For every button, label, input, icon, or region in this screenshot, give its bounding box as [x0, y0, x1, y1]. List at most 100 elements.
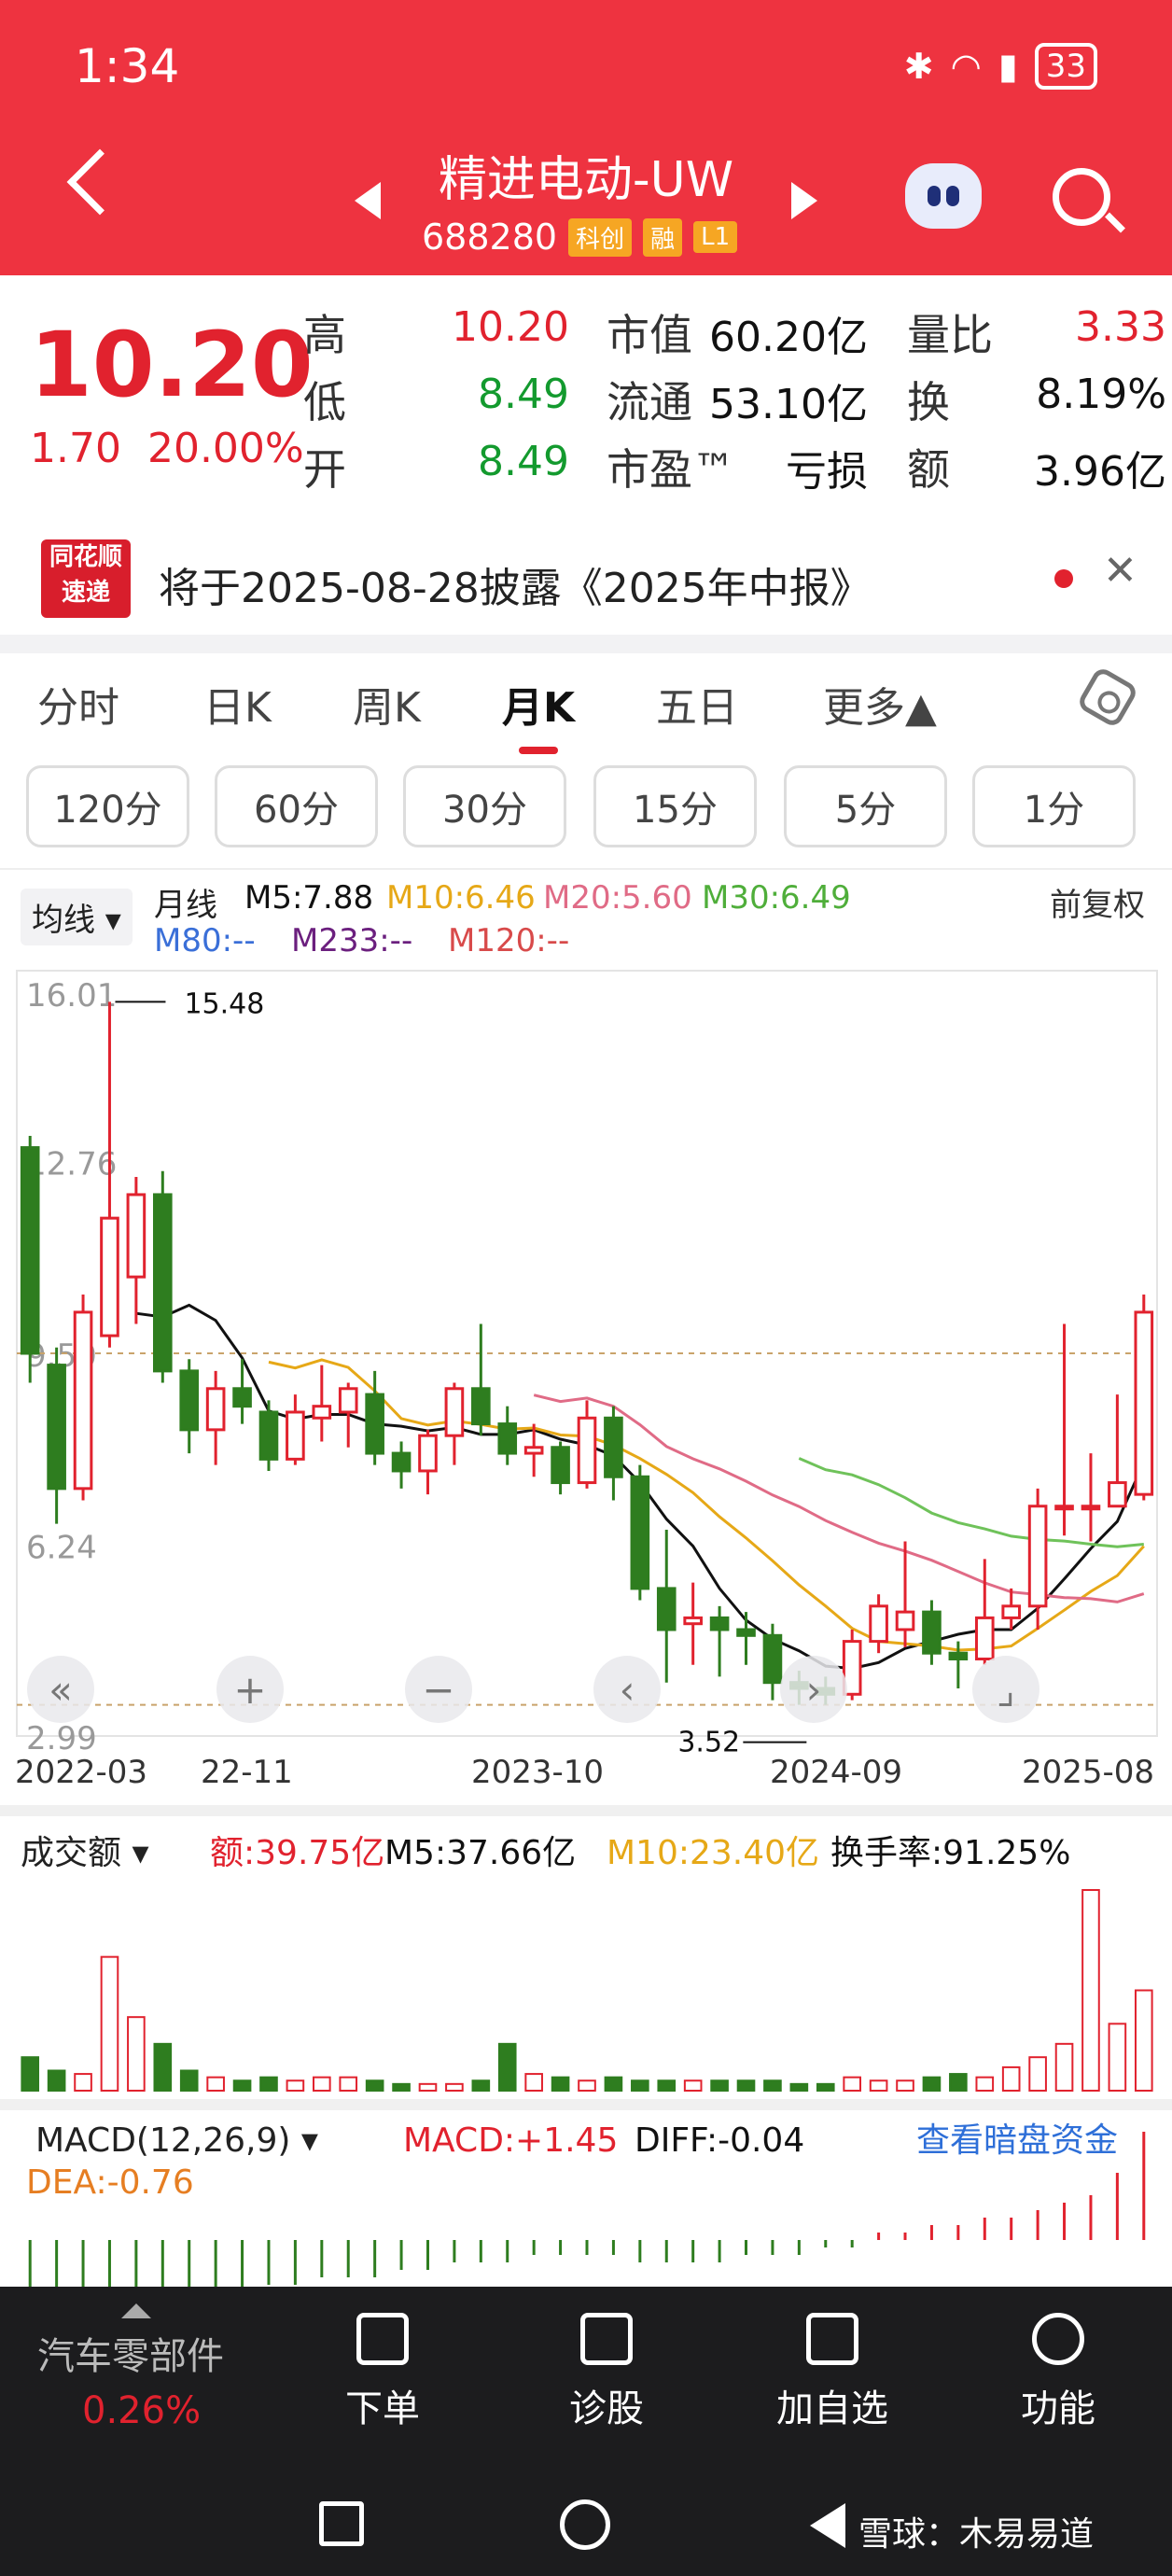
next-stock-icon[interactable]: [791, 182, 817, 219]
y-tick-label: 12.76: [26, 1146, 117, 1183]
candle-up: [1001, 1604, 1022, 1619]
plus-square-icon: [806, 2313, 858, 2365]
divider: [0, 635, 1172, 653]
scroll-left-icon-glyph: «: [49, 1667, 73, 1713]
candle-up: [444, 1387, 465, 1437]
candle-down: [736, 1628, 756, 1637]
candle-up: [205, 1387, 226, 1432]
price-change: 1.70 20.00%: [30, 425, 304, 472]
order-icon: [356, 2313, 409, 2365]
candle-up: [1134, 1310, 1154, 1496]
nav-order-button[interactable]: 下单: [289, 2287, 476, 2473]
volume-bar: [232, 2079, 252, 2092]
candle-up: [1081, 1505, 1101, 1511]
bluetooth-icon: ✱: [903, 46, 934, 87]
volume-bar: [445, 2082, 464, 2093]
expand-up-icon[interactable]: [121, 2303, 151, 2318]
candle-down: [497, 1422, 518, 1455]
macd-value: MACD:+1.45: [403, 2121, 618, 2160]
min-button-5[interactable]: 5分: [784, 765, 947, 847]
min-button-60[interactable]: 60分: [215, 765, 378, 847]
signal-icon: ▮: [998, 46, 1018, 87]
candle-down: [630, 1475, 650, 1590]
prev-icon-glyph: ‹: [620, 1667, 635, 1713]
macd-diff: DIFF:-0.04: [635, 2121, 804, 2160]
min-button-15[interactable]: 15分: [593, 765, 757, 847]
candle-up: [577, 1416, 597, 1485]
volume-bar: [313, 2076, 331, 2092]
sector-name[interactable]: 汽车零部件: [37, 2326, 224, 2380]
nav-add-watch-label: 加自选: [776, 2387, 888, 2430]
macd-selector: MACD(12,26,9) ▾: [35, 2121, 318, 2160]
last-price: 10.20: [30, 313, 314, 417]
stock-code: 688280: [422, 217, 558, 258]
x-tick-label: 22-11: [201, 1754, 293, 1791]
home-icon[interactable]: [560, 2499, 610, 2550]
dark-pool-link[interactable]: 查看暗盘资金: [916, 2121, 1118, 2160]
stock-name: 精进电动-UW: [438, 152, 734, 208]
back-nav-icon[interactable]: [810, 2503, 845, 2548]
volume-bar: [179, 2069, 199, 2092]
bottom-nav: 汽车零部件 0.26% 下单 诊股 加自选 功能: [0, 2287, 1172, 2473]
change-pct: 20.00%: [146, 425, 304, 472]
tab-more[interactable]: 更多▲: [823, 674, 937, 734]
high-annotation: 15.48: [184, 987, 264, 1020]
tab-five-day[interactable]: 五日: [656, 674, 738, 734]
candle-up: [895, 1610, 915, 1631]
candle-down: [391, 1451, 412, 1473]
candle-down: [471, 1387, 491, 1426]
volume-bar: [551, 2076, 570, 2092]
news-logo-top: 同花顺: [49, 543, 122, 571]
candle-up: [286, 1410, 305, 1461]
volume-bar: [1001, 2065, 1021, 2092]
candle-up: [523, 1446, 544, 1455]
menu-circle-icon: [1032, 2313, 1084, 2365]
tag-rong: 融: [643, 217, 683, 257]
tab-fenshi[interactable]: 分时: [37, 674, 119, 734]
volume-bar: [949, 2073, 968, 2093]
quote-panel: 10.20 1.70 20.00% 高 低 开 10.20 8.49 8.49 …: [0, 275, 1172, 513]
volume-bar: [153, 2042, 173, 2093]
recent-apps-icon[interactable]: [319, 2501, 364, 2546]
close-icon[interactable]: ✕: [1103, 547, 1137, 595]
search-icon[interactable]: [1053, 168, 1110, 226]
nav-function-button[interactable]: 功能: [965, 2287, 1151, 2473]
zoom-in-icon-glyph: +: [233, 1667, 266, 1713]
min-button-1[interactable]: 1分: [972, 765, 1136, 847]
nav-diagnose-label: 诊股: [569, 2387, 644, 2430]
candle-down: [20, 1146, 40, 1355]
tab-month-k[interactable]: 月K: [502, 674, 575, 754]
nav-add-watch-button[interactable]: 加自选: [739, 2287, 926, 2473]
float-value: 53.10亿: [709, 381, 868, 428]
volume-m5: M5:37.66亿: [384, 1834, 576, 1872]
nav-diagnose-button[interactable]: 诊股: [513, 2287, 700, 2473]
tab-day-k[interactable]: 日K: [203, 674, 272, 734]
volume-bar: [578, 2079, 596, 2092]
open-label: 开: [303, 444, 346, 495]
high-label: 高: [303, 310, 346, 360]
tag-kechuang: 科创: [568, 217, 633, 257]
news-text: 将于2025-08-28披露《2025年中报》: [159, 565, 872, 612]
vr-label: 量比: [907, 310, 993, 360]
volume-selector: 成交额 ▾: [21, 1834, 149, 1872]
kline-chart-svg[interactable]: 16.0112.769.506.242.9915.483.52« + − ‹ › ⌟202…: [0, 868, 1172, 2287]
macd-dea: DEA:-0.76: [26, 2163, 194, 2202]
min-button-120[interactable]: 120分: [26, 765, 189, 847]
news-banner[interactable]: 同花顺 速递 将于2025-08-28披露《2025年中报》 ✕: [0, 523, 1172, 635]
min-button-30[interactable]: 30分: [403, 765, 566, 847]
app-header: 1:34 ✱ ◠ ▮ 33 精进电动-UW 688280 科创 融 L1: [0, 0, 1172, 275]
candle-down: [258, 1410, 279, 1461]
nav-function-label: 功能: [1021, 2387, 1095, 2430]
volume-bar: [47, 2069, 66, 2092]
tab-week-k[interactable]: 周K: [353, 674, 421, 734]
volume-bar: [127, 2016, 146, 2092]
candle-down: [152, 1193, 173, 1373]
stock-code-line: 688280 科创 融 L1: [422, 217, 738, 258]
tag-l1: L1: [693, 221, 738, 253]
volume-bar: [418, 2082, 438, 2093]
ma20-line: [533, 1393, 1145, 1603]
robot-assistant-icon[interactable]: [905, 163, 982, 229]
x-tick-label: 2023-10: [471, 1754, 604, 1791]
candle-up: [126, 1193, 146, 1279]
candle-down: [365, 1393, 384, 1455]
